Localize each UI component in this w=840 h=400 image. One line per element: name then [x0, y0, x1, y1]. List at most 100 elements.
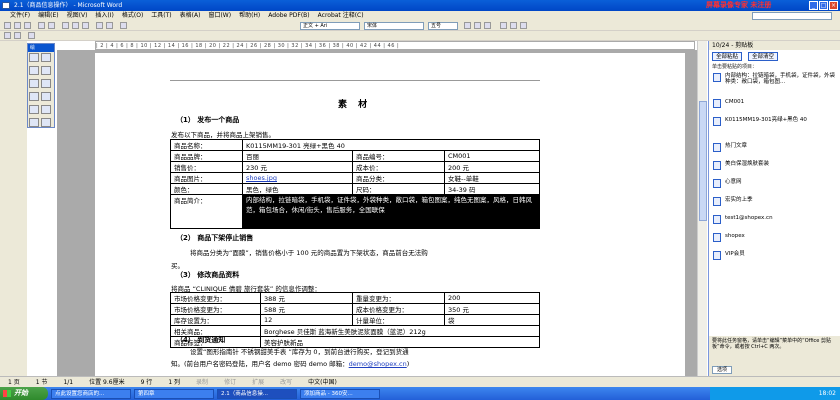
paste-icon[interactable]	[82, 22, 89, 29]
clear-all-button[interactable]: 全部清空	[748, 52, 779, 61]
menu-view[interactable]: 视图(V)	[67, 11, 88, 21]
rectangle-icon[interactable]	[29, 79, 39, 88]
email-link[interactable]: demo@shopex.cn	[349, 360, 407, 368]
taskbar-item[interactable]: 第四章	[134, 388, 214, 399]
menu-tools[interactable]: 工具(T)	[151, 11, 171, 21]
help-question-box[interactable]	[752, 12, 832, 20]
font-size-combo[interactable]: 五号	[428, 22, 458, 30]
table-cell[interactable]: K0115MM19-301 亮绿+黑色 40	[242, 139, 540, 151]
status-record[interactable]: 录制	[188, 377, 216, 387]
clipboard-pane-header[interactable]: 10/24 - 剪贴板	[709, 41, 840, 50]
table-cell[interactable]: 商品名称：	[170, 139, 243, 151]
select-objects-icon[interactable]	[29, 53, 39, 62]
menu-insert[interactable]: 插入(I)	[95, 11, 113, 21]
clipboard-item[interactable]: VIP会员	[709, 248, 840, 266]
table-cell[interactable]: Borghese 贝佳斯 蓝海新生美肤泥浆面膜（蓝泥）212g	[260, 325, 540, 337]
table-cell[interactable]: CM001	[444, 150, 540, 162]
status-extend[interactable]: 扩展	[244, 377, 272, 387]
table-cell[interactable]: 商品简介：	[170, 194, 243, 229]
status-track-changes[interactable]: 修订	[216, 377, 244, 387]
picture-icon[interactable]	[41, 105, 51, 114]
clipboard-item[interactable]: 美白保湿焕肤套装	[709, 158, 840, 176]
save-icon[interactable]	[24, 22, 31, 29]
table-cell[interactable]: 库存设置为：	[170, 314, 261, 326]
horizontal-ruler[interactable]: | 2 | 4 | 6 | 8 | 10 | 12 | 14 | 16 | 18…	[95, 41, 695, 50]
align-left-icon[interactable]	[500, 22, 507, 29]
menu-edit[interactable]: 编辑(E)	[38, 11, 58, 21]
table-cell[interactable]: 销售价：	[170, 161, 243, 173]
clipboard-item[interactable]: 内部结构：拉链暗袋，手机袋，证件袋，外袋种类：敞口袋，箱包图...	[709, 70, 840, 96]
table-cell[interactable]: 成本价格变更为：	[352, 303, 445, 315]
scroll-thumb[interactable]	[699, 101, 707, 221]
pdf-review-icon[interactable]	[28, 32, 35, 39]
copy-icon[interactable]	[72, 22, 79, 29]
table-cell[interactable]: 成本价：	[352, 161, 445, 173]
line-color-icon[interactable]	[41, 118, 51, 127]
table-cell[interactable]: 重量变更为：	[352, 292, 445, 304]
clipart-icon[interactable]	[29, 105, 39, 114]
table-cell[interactable]: 尺码：	[352, 183, 445, 195]
table-cell[interactable]: 350 元	[444, 303, 540, 315]
vertical-scrollbar[interactable]	[697, 41, 707, 376]
table-cell[interactable]: 市场价格变更为：	[170, 292, 261, 304]
taskbar-item-active[interactable]: 2.1（商品信息操...	[217, 388, 297, 399]
italic-icon[interactable]	[474, 22, 481, 29]
options-button[interactable]: 选项	[712, 366, 733, 374]
menu-file[interactable]: 文件(F)	[10, 11, 30, 21]
undo-icon[interactable]	[96, 22, 103, 29]
redo-icon[interactable]	[106, 22, 113, 29]
style-combo[interactable]: 正文 + Ari	[300, 22, 360, 30]
table-cell[interactable]: 388 元	[260, 292, 353, 304]
menu-window[interactable]: 窗口(W)	[208, 11, 231, 21]
textbox-icon[interactable]	[29, 92, 39, 101]
taskbar-item[interactable]: 添加商品 - 360安...	[300, 388, 380, 399]
menu-acrobat-comments[interactable]: Acrobat 注释(C)	[318, 11, 364, 21]
pdf-email-icon[interactable]	[14, 32, 21, 39]
align-right-icon[interactable]	[520, 22, 527, 29]
table-cell[interactable]: 商品图片：	[170, 172, 243, 184]
open-icon[interactable]	[14, 22, 21, 29]
table-cell[interactable]: 市场价格变更为：	[170, 303, 261, 315]
align-center-icon[interactable]	[510, 22, 517, 29]
table-cell[interactable]: 588 元	[260, 303, 353, 315]
selected-description-cell[interactable]: 内部结构，拉链暗袋，手机袋，证件袋，外袋种类，敞口袋，箱包图案，纯色无图案，风格…	[242, 194, 540, 229]
status-overtype[interactable]: 改写	[272, 377, 300, 387]
table-cell[interactable]: 商品品牌：	[170, 150, 243, 162]
table-cell[interactable]: 百丽	[242, 150, 353, 162]
table-cell[interactable]: 女鞋--单鞋	[444, 172, 540, 184]
underline-icon[interactable]	[484, 22, 491, 29]
table-cell[interactable]: 颜色：	[170, 183, 243, 195]
table-cell[interactable]: 袋	[444, 314, 540, 326]
table-icon[interactable]	[120, 22, 127, 29]
clipboard-item[interactable]: K0115MM19-301亮绿+黑色 40	[709, 114, 840, 140]
menu-help[interactable]: 帮助(H)	[239, 11, 260, 21]
print-preview-icon[interactable]	[48, 22, 55, 29]
font-combo[interactable]: 宋体	[364, 22, 424, 30]
minimize-button[interactable]: _	[809, 1, 818, 10]
new-icon[interactable]	[4, 22, 11, 29]
table-cell[interactable]: 黑色，绿色	[242, 183, 353, 195]
cut-icon[interactable]	[62, 22, 69, 29]
menu-adobe-pdf[interactable]: Adobe PDF(B)	[268, 11, 309, 21]
table-cell[interactable]: 200	[444, 292, 540, 304]
table-cell[interactable]: 商品分类：	[352, 172, 445, 184]
paste-all-button[interactable]: 全部粘贴	[712, 52, 743, 61]
oval-icon[interactable]	[41, 79, 51, 88]
clipboard-item[interactable]: shopex	[709, 230, 840, 248]
maximize-button[interactable]: □	[819, 1, 828, 10]
bold-icon[interactable]	[464, 22, 471, 29]
clipboard-item[interactable]: test1@shopex.cn	[709, 212, 840, 230]
table-cell[interactable]: 34-39 码	[444, 183, 540, 195]
image-filename-link[interactable]: shoes.jpg	[242, 172, 353, 184]
print-icon[interactable]	[38, 22, 45, 29]
table-cell[interactable]: 计量单位：	[352, 314, 445, 326]
clipboard-item[interactable]: CM001	[709, 96, 840, 114]
line-icon[interactable]	[29, 66, 39, 75]
autoshapes-icon[interactable]	[41, 53, 51, 62]
clipboard-item[interactable]: 热门文章	[709, 140, 840, 158]
menu-format[interactable]: 格式(O)	[122, 11, 143, 21]
table-cell[interactable]: 12	[260, 314, 353, 326]
wordart-icon[interactable]	[41, 92, 51, 101]
close-button[interactable]: ×	[829, 1, 838, 10]
pdf-convert-icon[interactable]	[4, 32, 11, 39]
